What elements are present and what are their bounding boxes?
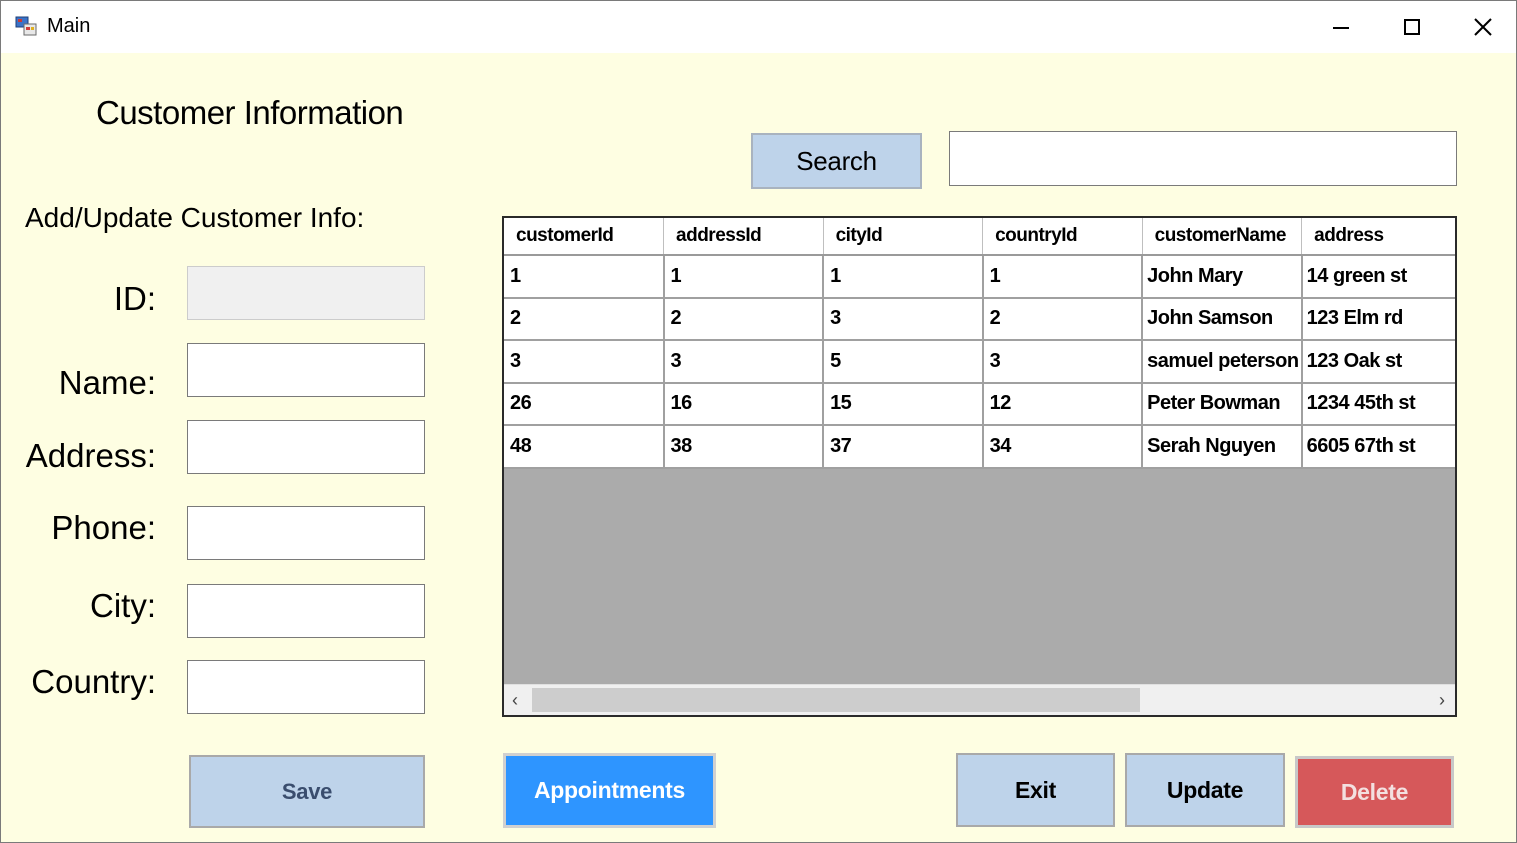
table-cell[interactable]: 34 (982, 425, 1144, 469)
table-cell[interactable]: Serah Nguyen (1142, 425, 1303, 469)
table-cell[interactable]: 1 (982, 255, 1144, 299)
table-cell[interactable]: 2 (504, 297, 665, 341)
city-field[interactable] (187, 584, 425, 638)
id-label: ID: (113, 280, 156, 317)
country-label: Country: (31, 663, 156, 700)
table-cell[interactable]: 15 (823, 382, 984, 426)
table-cell[interactable]: 16 (663, 382, 825, 426)
column-header[interactable]: address (1301, 218, 1455, 256)
search-button[interactable]: Search (751, 133, 922, 189)
window-title: Main (47, 15, 91, 37)
name-field[interactable] (187, 343, 425, 397)
city-input[interactable] (188, 585, 424, 637)
table-row[interactable]: 48 38 37 34 Serah Nguyen 6605 67th st 4 (504, 425, 1455, 469)
country-input[interactable] (188, 661, 424, 713)
update-button[interactable]: Update (1125, 753, 1285, 827)
form-subheading: Add/Update Customer Info: (25, 202, 365, 233)
column-header[interactable]: addressId (663, 218, 824, 256)
scroll-left-icon[interactable]: ‹ (512, 691, 518, 709)
table-row[interactable]: 26 16 15 12 Peter Bowman 1234 45th st 4 (504, 382, 1455, 426)
city-label: City: (90, 587, 156, 624)
exit-button[interactable]: Exit (956, 753, 1115, 827)
table-row[interactable]: 2 2 3 2 John Samson 123 Elm rd 5 (504, 297, 1455, 341)
address-label: Address: (25, 437, 156, 474)
table-cell[interactable]: 123 Elm rd (1301, 297, 1455, 341)
page-title: Customer Information (96, 94, 404, 131)
maximize-button[interactable] (1377, 1, 1447, 53)
scrollbar-thumb[interactable] (532, 688, 1140, 712)
table-row[interactable]: 3 3 5 3 samuel peterson 123 Oak st 5 (504, 340, 1455, 384)
id-field (187, 266, 425, 320)
table-cell[interactable]: 37 (823, 425, 984, 469)
table-row[interactable]: 1 1 1 1 John Mary 14 green st 4 (504, 255, 1455, 299)
winforms-app-icon (15, 15, 37, 37)
table-cell[interactable]: 3 (663, 340, 825, 384)
column-header[interactable]: cityId (823, 218, 984, 256)
table-cell[interactable]: 26 (504, 382, 665, 426)
save-button[interactable]: Save (189, 755, 425, 828)
table-cell[interactable]: 1 (504, 255, 665, 299)
table-cell[interactable]: Peter Bowman (1142, 382, 1303, 426)
table-cell[interactable]: 3 (504, 340, 665, 384)
table-cell[interactable]: 48 (504, 425, 665, 469)
customer-table: customerId addressId cityId countryId cu… (504, 218, 1455, 469)
close-button[interactable] (1448, 1, 1516, 53)
phone-label: Phone: (51, 509, 156, 546)
name-label: Name: (58, 364, 156, 401)
search-field[interactable] (949, 131, 1457, 186)
table-cell[interactable]: 1234 45th st (1301, 382, 1455, 426)
table-cell[interactable]: 123 Oak st (1301, 340, 1455, 384)
table-cell[interactable]: 3 (982, 340, 1144, 384)
table-cell[interactable]: 14 green st (1301, 255, 1455, 299)
address-field[interactable] (187, 420, 425, 474)
search-input[interactable] (950, 132, 1456, 185)
table-cell[interactable]: John Samson (1142, 297, 1303, 341)
table-cell[interactable]: 1 (663, 255, 825, 299)
table-cell[interactable]: 6605 67th st (1301, 425, 1455, 469)
phone-field[interactable] (187, 506, 425, 560)
main-window: Main Customer Information Add/Update Cus… (0, 0, 1517, 843)
country-field[interactable] (187, 660, 425, 714)
minimize-icon (1333, 27, 1349, 29)
delete-button[interactable]: Delete (1295, 756, 1454, 828)
table-cell[interactable]: 38 (663, 425, 825, 469)
maximize-icon (1404, 19, 1420, 35)
table-header-row: customerId addressId cityId countryId cu… (504, 218, 1455, 256)
table-cell[interactable]: John Mary (1142, 255, 1303, 299)
table-cell[interactable]: 3 (823, 297, 984, 341)
table-cell[interactable]: 5 (823, 340, 984, 384)
column-header[interactable]: customerName (1142, 218, 1303, 256)
table-cell[interactable]: 1 (823, 255, 984, 299)
appointments-button[interactable]: Appointments (503, 753, 716, 828)
column-header[interactable]: countryId (982, 218, 1143, 256)
scroll-right-icon[interactable]: › (1439, 691, 1445, 709)
column-header[interactable]: customerId (504, 218, 665, 256)
table-cell[interactable]: 12 (982, 382, 1144, 426)
phone-input[interactable] (188, 507, 424, 559)
close-icon (1474, 18, 1492, 36)
name-input[interactable] (188, 344, 424, 396)
address-input[interactable] (188, 421, 424, 473)
table-cell[interactable]: 2 (663, 297, 825, 341)
table-cell[interactable]: samuel peterson (1142, 340, 1303, 384)
id-input (188, 267, 424, 319)
table-cell[interactable]: 2 (982, 297, 1144, 341)
horizontal-scrollbar[interactable]: ‹ › (504, 684, 1455, 715)
minimize-button[interactable] (1306, 1, 1376, 53)
customer-grid[interactable]: customerId addressId cityId countryId cu… (502, 216, 1457, 717)
title-bar[interactable]: Main (1, 1, 1516, 53)
